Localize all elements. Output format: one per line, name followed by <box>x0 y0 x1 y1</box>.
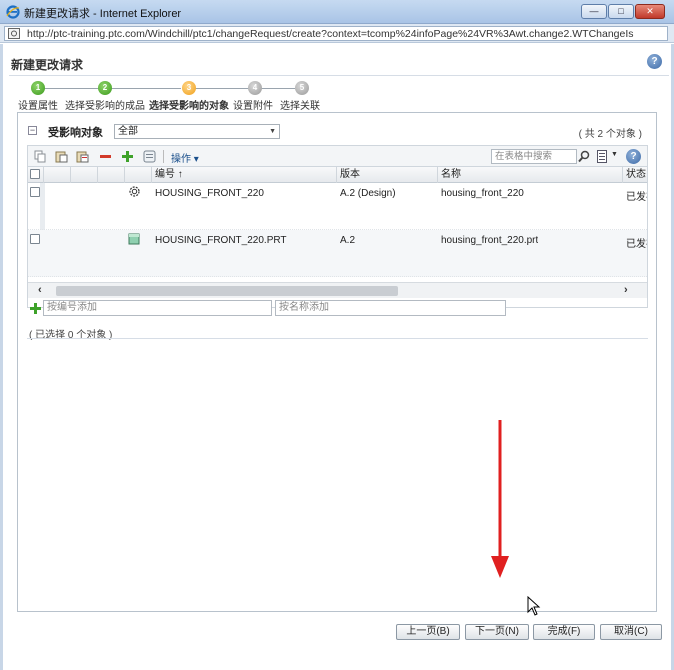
step-connector <box>39 88 99 89</box>
add-icon[interactable] <box>121 150 134 163</box>
object-count: ( 共 2 个对象 ) <box>578 129 642 140</box>
internet-explorer-icon <box>6 5 20 19</box>
next-button[interactable]: 下一页(N) <box>465 624 529 640</box>
step-2-label[interactable]: 选择受影响的成品 <box>65 97 145 112</box>
header-spacer <box>71 167 98 183</box>
row-checkbox[interactable] <box>30 234 40 244</box>
step-4-icon[interactable]: 4 <box>248 81 262 95</box>
wizard-steps: 1 设置属性 2 选择受影响的成品 3 选择受影响的对象 4 设置附件 5 选择… <box>3 80 343 112</box>
collapse-icon[interactable]: − <box>28 126 37 135</box>
step-1-label[interactable]: 设置属性 <box>18 97 58 112</box>
close-button[interactable]: ✕ <box>635 4 665 19</box>
select-all-cell <box>28 167 44 183</box>
column-version[interactable]: 版本 <box>337 167 438 183</box>
search-icon[interactable] <box>578 150 591 163</box>
column-status[interactable]: 状态 <box>623 167 647 183</box>
row-version: A.2 <box>340 235 356 246</box>
column-name[interactable]: 名称 <box>438 167 623 183</box>
step-connector <box>261 88 295 89</box>
horizontal-scrollbar[interactable]: ‹ › <box>28 282 647 298</box>
url-box[interactable]: http://ptc-training.ptc.com/Windchill/pt… <box>4 26 668 41</box>
step-3-icon[interactable]: 3 <box>182 81 196 95</box>
row-name: housing_front_220 <box>441 188 524 199</box>
gear-icon <box>129 186 140 197</box>
row-status: 已发布 <box>626 192 647 203</box>
step-1-icon[interactable]: 1 <box>31 81 45 95</box>
help-icon[interactable]: ? <box>647 54 662 69</box>
scroll-thumb[interactable] <box>56 286 398 296</box>
header-spacer <box>98 167 125 183</box>
toolbar-separator <box>163 150 164 163</box>
table-search-input[interactable]: 在表格中搜索 <box>491 149 577 164</box>
step-connector <box>195 88 249 89</box>
table-help-icon[interactable]: ? <box>626 149 641 164</box>
row-status: 已发布 <box>626 239 647 250</box>
back-button[interactable]: 上一页(B) <box>396 624 460 640</box>
chevron-down-icon: ▼ <box>269 128 276 135</box>
filter-select[interactable]: 全部 ▼ <box>114 124 280 139</box>
finish-button[interactable]: 完成(F) <box>533 624 595 640</box>
copy-icon[interactable] <box>34 150 47 163</box>
window-titlebar: 新建更改请求 - Internet Explorer — □ ✕ <box>0 0 674 24</box>
view-info-icon[interactable] <box>143 150 156 163</box>
table-row[interactable]: HOUSING_FRONT_220.PRT A.2 housing_front_… <box>28 230 647 277</box>
affected-objects-table: 编号 ↑ 版本 名称 状态 HOUSING_FRONT_220 A.2 (Des… <box>27 166 648 308</box>
window-title: 新建更改请求 - Internet Explorer <box>24 8 182 20</box>
table-row[interactable]: HOUSING_FRONT_220 A.2 (Design) housing_f… <box>28 183 647 230</box>
chevron-down-icon[interactable]: ▼ <box>611 151 618 158</box>
minimize-button[interactable]: — <box>581 4 607 19</box>
maximize-button[interactable]: □ <box>608 4 634 19</box>
step-3-label[interactable]: 选择受影响的对象 <box>149 97 229 112</box>
add-object-row: 按编号添加 按名称添加 <box>27 299 648 319</box>
annotation-arrow-icon <box>491 420 509 578</box>
row-checkbox[interactable] <box>30 187 40 197</box>
url-text[interactable]: http://ptc-training.ptc.com/Windchill/pt… <box>27 28 665 40</box>
paste-icon[interactable] <box>55 150 68 163</box>
step-connector <box>111 88 181 89</box>
column-number[interactable]: 编号 ↑ <box>152 167 337 183</box>
part-icon <box>128 233 140 245</box>
divider <box>27 338 648 339</box>
add-by-number-input[interactable]: 按编号添加 <box>43 300 272 316</box>
step-5-label[interactable]: 选择关联 <box>280 97 320 112</box>
scroll-right-icon[interactable]: › <box>624 284 628 296</box>
row-number[interactable]: HOUSING_FRONT_220.PRT <box>155 235 287 246</box>
scroll-left-icon[interactable]: ‹ <box>38 284 42 296</box>
add-icon[interactable] <box>30 303 41 314</box>
step-5-icon[interactable]: 5 <box>295 81 309 95</box>
header-spacer <box>125 167 152 183</box>
page-icon <box>8 28 20 39</box>
filter-value: 全部 <box>118 126 138 137</box>
row-version: A.2 (Design) <box>340 188 396 199</box>
actions-menu[interactable]: 操作 ▾ <box>171 150 199 165</box>
cancel-button[interactable]: 取消(C) <box>600 624 662 640</box>
header-spacer <box>44 167 71 183</box>
paste-special-icon[interactable] <box>76 150 89 163</box>
add-by-name-input[interactable]: 按名称添加 <box>275 300 506 316</box>
table-view-icon[interactable] <box>597 150 607 163</box>
row-number[interactable]: HOUSING_FRONT_220 <box>155 188 264 199</box>
step-4-label[interactable]: 设置附件 <box>233 97 273 112</box>
divider <box>9 75 669 76</box>
panel-title: 受影响对象 <box>48 127 103 139</box>
mouse-cursor-icon <box>527 596 541 616</box>
dialog-frame: 新建更改请求 ? 1 设置属性 2 选择受影响的成品 3 选择受影响的对象 4 … <box>0 44 674 670</box>
table-header: 编号 ↑ 版本 名称 状态 <box>28 167 647 183</box>
select-all-checkbox[interactable] <box>30 169 40 179</box>
table-toolbar: 操作 ▾ 在表格中搜索 ▼ ? <box>27 145 648 166</box>
dialog-title: 新建更改请求 <box>11 58 84 72</box>
row-name: housing_front_220.prt <box>441 235 539 246</box>
step-2-icon[interactable]: 2 <box>98 81 112 95</box>
affected-objects-panel: − 受影响对象 全部 ▼ ( 共 2 个对象 ) 操作 ▾ 在表格中搜索 ▼ ?… <box>17 112 657 612</box>
remove-icon[interactable] <box>99 150 112 163</box>
address-bar: http://ptc-training.ptc.com/Windchill/pt… <box>0 24 674 43</box>
